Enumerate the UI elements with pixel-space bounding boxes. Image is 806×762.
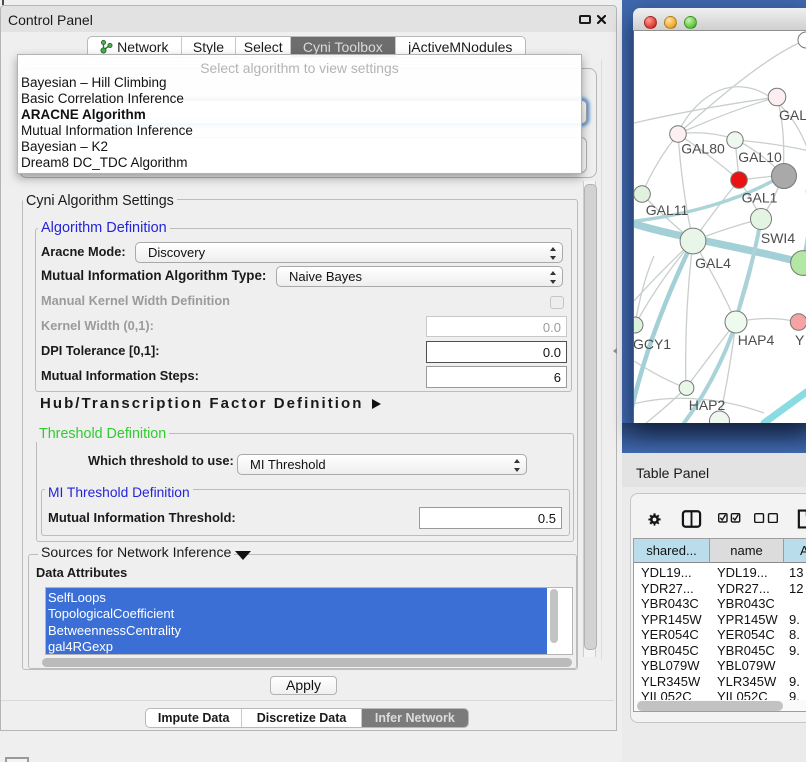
svg-text:GCY1: GCY1 bbox=[634, 336, 671, 352]
svg-text:GAL1: GAL1 bbox=[742, 190, 778, 206]
svg-text:GAL2: GAL2 bbox=[779, 107, 806, 123]
svg-text:Y: Y bbox=[795, 332, 805, 348]
svg-text:HAP2: HAP2 bbox=[689, 397, 726, 413]
svg-text:GAL80: GAL80 bbox=[681, 141, 725, 157]
svg-text:HAP4: HAP4 bbox=[738, 332, 775, 348]
svg-text:GAL10: GAL10 bbox=[738, 149, 782, 165]
svg-text:GAL11: GAL11 bbox=[646, 202, 689, 218]
svg-text:SWI4: SWI4 bbox=[761, 230, 795, 246]
svg-text:GAL4: GAL4 bbox=[695, 255, 731, 271]
